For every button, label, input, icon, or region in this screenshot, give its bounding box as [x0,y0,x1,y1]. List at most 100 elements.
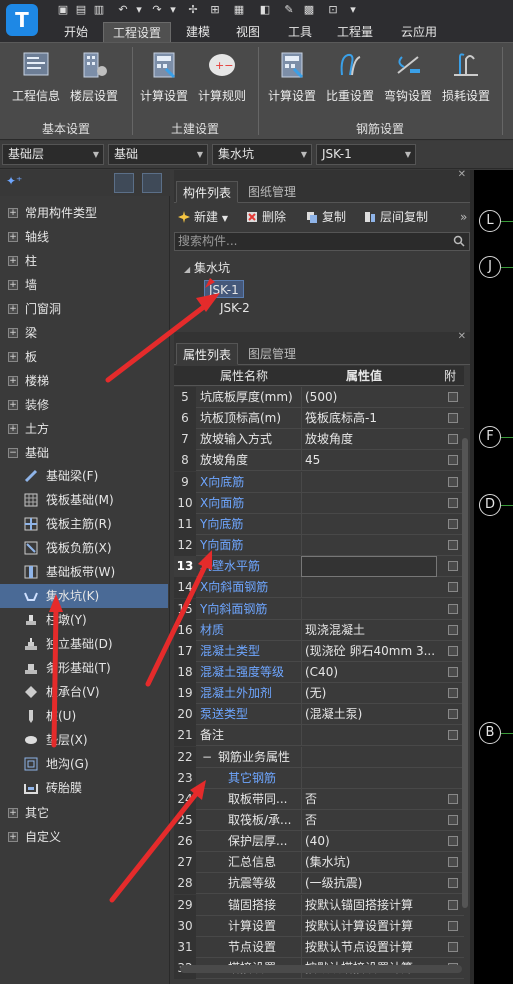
axis-label-j[interactable]: J [479,256,501,278]
property-value[interactable]: 按默认计算设置计算 [301,915,437,937]
tab-modeling[interactable]: 建模 [176,22,220,42]
search-icon[interactable] [453,235,465,247]
component-item-jsk-2[interactable]: JSK-2 [220,301,250,315]
axis-label-b[interactable]: B [479,722,501,744]
property-row[interactable]: 12 Y向面筋 [174,535,464,557]
property-row[interactable]: 7 放坡输入方式 放坡角度 [174,429,464,451]
collapse-icon[interactable]: − [8,448,18,458]
property-value[interactable] [301,513,437,535]
undo-icon[interactable]: ↶ [116,3,130,17]
tree-item-custom[interactable]: + 自定义 [0,826,168,848]
expand-icon[interactable]: + [8,808,18,818]
component-select[interactable]: JSK-1 ▼ [316,144,416,165]
more-icon[interactable]: ▾ [346,3,360,17]
loss-settings-button[interactable]: 损耗设置 [436,47,496,107]
app-logo-icon[interactable]: T [6,4,38,36]
tab-property-list[interactable]: 属性列表 [176,343,239,365]
attach-checkbox[interactable] [448,857,458,868]
category-select[interactable]: 基础 ▼ [108,144,208,165]
attach-checkbox[interactable] [448,624,458,635]
tab-view[interactable]: 视图 [226,22,270,42]
tree-child-column-pier[interactable]: 柱墩(Y) [0,608,168,632]
screen-icon[interactable]: ▦ [232,3,246,17]
attach-checkbox[interactable] [448,413,458,424]
expand-icon[interactable]: + [8,280,18,290]
tree-child-foundation-strip[interactable]: 基础板带(W) [0,560,168,584]
calc-rules-button[interactable]: +− 计算规则 [192,47,252,107]
tree-child-raft-neg-rebar[interactable]: 筏板负筋(X) [0,536,168,560]
tree-item-wall[interactable]: + 墙 [0,274,168,296]
property-value[interactable] [301,556,437,578]
property-row[interactable]: 30 计算设置 按默认计算设置计算 [174,915,464,937]
pencil-icon[interactable]: ✎ [282,3,296,17]
attach-checkbox[interactable] [448,582,458,593]
attach-checkbox[interactable] [448,730,458,741]
property-value[interactable] [301,577,437,599]
component-type-select[interactable]: 集水坑 ▼ [212,144,312,165]
attach-checkbox[interactable] [448,603,458,614]
dropdown-icon[interactable]: ▾ [132,3,146,17]
property-value[interactable] [301,492,437,514]
expand-icon[interactable]: + [8,424,18,434]
tree-child-sump-pit[interactable]: 集水坑(K) [0,584,168,608]
attach-checkbox[interactable] [448,793,458,804]
property-row[interactable]: 10 X向面筋 [174,492,464,514]
property-value[interactable]: (C40) [301,661,437,683]
attach-checkbox[interactable] [448,645,458,656]
attach-checkbox[interactable] [448,688,458,699]
copy-component-button[interactable]: 复制 [306,208,346,226]
component-item-jsk-1[interactable]: JSK-1 [204,280,244,298]
property-row[interactable]: 31 节点设置 按默认节点设置计算 [174,936,464,958]
new-component-button[interactable]: 新建 ▼ [178,208,228,226]
tree-item-other[interactable]: + 其它 [0,802,168,824]
attach-checkbox[interactable] [448,815,458,825]
tree-child-pile-cap[interactable]: 桩承台(V) [0,680,168,704]
property-value[interactable] [301,535,437,557]
tree-item-earthwork[interactable]: + 土方 [0,418,168,440]
property-value[interactable]: 45 [301,450,437,472]
floor-copy-button[interactable]: 层间复制 [364,208,428,226]
tree-item-axis[interactable]: + 轴线 [0,226,168,248]
tree-child-strip-footing[interactable]: 条形基础(T) [0,656,168,680]
tree-item-stair[interactable]: + 楼梯 [0,370,168,392]
property-value[interactable]: 按默认节点设置计算 [301,936,437,958]
civil-calc-settings-button[interactable]: 计算设置 [134,47,194,107]
property-value[interactable]: 否 [301,788,437,810]
property-row[interactable]: 21 备注 [174,725,464,747]
property-row[interactable]: 15 Y向斜面钢筋 [174,598,464,620]
axis-tool-icon[interactable]: ✢ [186,3,200,17]
property-row[interactable]: 13 坑壁水平筋 [174,556,464,578]
property-value[interactable]: 按默认锚固搭接计算 [301,894,437,916]
property-value[interactable] [301,746,437,768]
attach-checkbox[interactable] [448,392,458,402]
property-row[interactable]: 28 抗震等级 (一级抗震) [174,873,464,895]
property-value[interactable] [301,767,437,789]
tab-component-list[interactable]: 构件列表 [176,181,239,203]
open-icon[interactable]: ▥ [92,3,106,17]
property-row[interactable]: 9 X向底筋 [174,471,464,493]
axis-label-l[interactable]: L [479,210,501,232]
property-row[interactable]: 23 其它钢筋 [174,767,464,789]
drawing-canvas[interactable]: L J F D B [474,170,513,984]
property-row[interactable]: 22− 钢筋业务属性 [174,746,464,768]
grid-icon[interactable]: ▩ [302,3,316,17]
axis-label-d[interactable]: D [479,494,501,516]
tab-tools[interactable]: 工具 [278,22,322,42]
attach-checkbox[interactable] [448,878,458,889]
tree-item-beam[interactable]: + 梁 [0,322,168,344]
tree-child-brick-mold[interactable]: 砖胎膜 [0,776,168,800]
expand-icon[interactable]: + [8,208,18,218]
save-icon[interactable]: ▣ [56,3,70,17]
expand-icon[interactable]: + [8,832,18,842]
property-value[interactable]: 否 [301,810,437,831]
delete-component-button[interactable]: 删除 [246,208,286,226]
property-row[interactable]: 18 混凝土强度等级 (C40) [174,661,464,683]
floor-select[interactable]: 基础层 ▼ [2,144,104,165]
tree-item-column[interactable]: + 柱 [0,250,168,272]
layer-icon[interactable]: ◧ [258,3,272,17]
attach-checkbox[interactable] [448,434,458,445]
property-value[interactable]: (40) [301,831,437,853]
tree-item-slab[interactable]: + 板 [0,346,168,368]
expand-icon[interactable]: + [8,400,18,410]
property-row[interactable]: 19 混凝土外加剂 (无) [174,683,464,705]
